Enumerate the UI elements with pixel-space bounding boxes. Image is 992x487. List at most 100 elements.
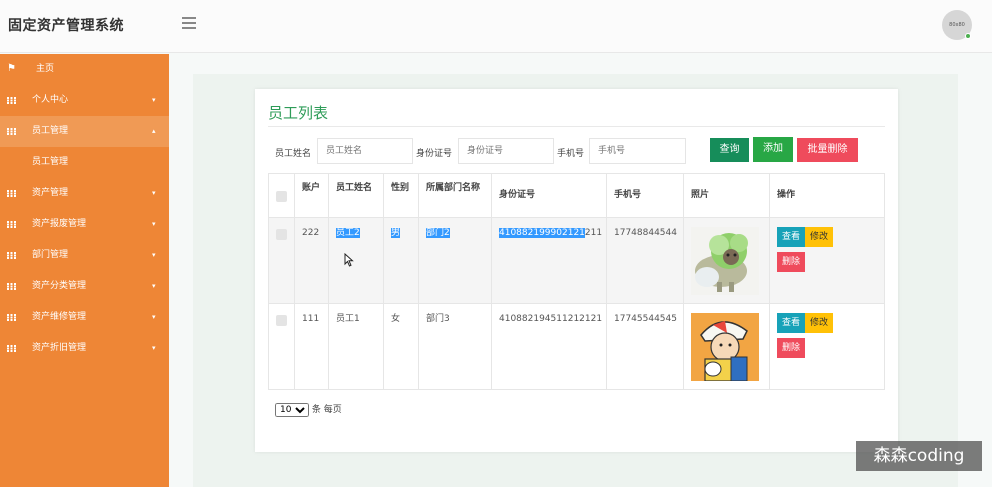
- employee-list-card: 员工列表 员工姓名 身份证号 手机号 查询 添加 批量删除 账户 员工姓名 性别…: [255, 89, 898, 452]
- page-title: 员工列表: [268, 104, 329, 122]
- select-all-checkbox[interactable]: [276, 191, 287, 202]
- gender-cell: 女: [383, 303, 419, 390]
- sidebar-item-label: 资产维修管理: [32, 312, 87, 322]
- name-filter-input[interactable]: [317, 138, 413, 164]
- gender-cell: 男: [383, 217, 419, 304]
- sidebar-item-departments[interactable]: 部门管理 ▾: [0, 240, 169, 271]
- chevron-up-icon: ▴: [152, 127, 156, 135]
- row-select-cell: [268, 303, 295, 390]
- menu-toggle-icon[interactable]: [182, 17, 196, 29]
- app-title: 固定资产管理系统: [8, 18, 124, 34]
- sidebar-item-depreciation[interactable]: 资产折旧管理 ▾: [0, 333, 169, 364]
- chevron-down-icon: ▾: [152, 313, 156, 321]
- table-row: 222 员工2 男 部门2 410882199902121211 1774884…: [268, 217, 885, 304]
- page-size-select[interactable]: 10: [275, 403, 309, 417]
- id-cell: 410882199902121211: [491, 217, 607, 304]
- column-header: 照片: [683, 173, 770, 218]
- dept-cell: 部门3: [418, 303, 492, 390]
- phone-filter-label: 手机号: [557, 149, 585, 159]
- row-checkbox[interactable]: [276, 229, 287, 240]
- chevron-down-icon: ▾: [152, 344, 156, 352]
- sidebar-item-label: 员工管理: [32, 126, 69, 136]
- column-header[interactable]: 所属部门名称: [418, 173, 492, 218]
- id-filter-label: 身份证号: [416, 149, 453, 159]
- grid-icon: [7, 252, 16, 259]
- name-text: 员工2: [336, 228, 360, 238]
- grid-icon: [7, 190, 16, 197]
- page-size-control: 10 条 每页: [275, 402, 342, 417]
- page-size-suffix: 条 每页: [311, 405, 342, 415]
- edit-button[interactable]: 修改: [805, 313, 834, 333]
- sidebar-item-label: 个人中心: [32, 95, 69, 105]
- grid-icon: [7, 314, 16, 321]
- search-button[interactable]: 查询: [710, 138, 749, 162]
- account-cell: 111: [294, 303, 329, 390]
- name-cell: 员工1: [328, 303, 384, 390]
- sidebar-item-categories[interactable]: 资产分类管理 ▾: [0, 271, 169, 302]
- batch-delete-button[interactable]: 批量删除: [797, 138, 858, 162]
- dept-text: 部门2: [426, 228, 450, 238]
- column-header[interactable]: 身份证号: [491, 173, 607, 218]
- online-status-dot: [965, 33, 971, 39]
- chevron-down-icon: ▾: [152, 189, 156, 197]
- title-divider: [268, 126, 885, 127]
- delete-button[interactable]: 删除: [777, 338, 806, 358]
- phone-filter-input[interactable]: [589, 138, 686, 164]
- actions-cell: 查看 修改 删除: [769, 217, 885, 304]
- id-cell: 410882194511212121: [491, 303, 607, 390]
- chevron-down-icon: ▾: [152, 282, 156, 290]
- add-button[interactable]: 添加: [753, 137, 793, 162]
- row-checkbox[interactable]: [276, 315, 287, 326]
- watermark: 森森coding: [856, 441, 982, 471]
- phone-cell: 17748844544: [606, 217, 684, 304]
- view-button[interactable]: 查看: [777, 313, 806, 333]
- table-header-row: 账户 员工姓名 性别 所属部门名称 身份证号 手机号 照片 操作: [268, 173, 885, 218]
- sidebar-item-label: 主页: [36, 64, 55, 74]
- sidebar-item-home[interactable]: ⚑ 主页: [0, 54, 169, 85]
- sidebar-item-label: 资产报废管理: [32, 219, 87, 229]
- sidebar-item-repairs[interactable]: 资产维修管理 ▾: [0, 302, 169, 333]
- row-select-cell: [268, 217, 295, 304]
- account-cell: 222: [294, 217, 329, 304]
- employee-table: 账户 员工姓名 性别 所属部门名称 身份证号 手机号 照片 操作 222 员工2…: [268, 173, 885, 390]
- delete-button[interactable]: 删除: [777, 252, 806, 272]
- edit-button[interactable]: 修改: [805, 227, 834, 247]
- flag-icon: ⚑: [7, 63, 16, 74]
- dept-cell: 部门2: [418, 217, 492, 304]
- id-rest-text: 211: [584, 228, 603, 238]
- sidebar-item-employees[interactable]: 员工管理 ▴: [0, 116, 169, 147]
- column-header: 操作: [769, 173, 885, 218]
- photo-cell: [683, 217, 770, 304]
- sidebar-item-scrap[interactable]: 资产报废管理 ▾: [0, 209, 169, 240]
- sidebar-item-label: 部门管理: [32, 250, 69, 260]
- chevron-down-icon: ▾: [152, 251, 156, 259]
- sidebar-item-label: 资产折旧管理: [32, 343, 87, 353]
- column-header[interactable]: 手机号: [606, 173, 684, 218]
- sidebar: ⚑ 主页 个人中心 ▾ 员工管理 ▴ 员工管理 资产管理 ▾ 资产报废管理 ▾ …: [0, 54, 169, 487]
- id-filter-input[interactable]: [458, 138, 554, 164]
- mouse-cursor-icon: [344, 253, 354, 267]
- sidebar-item-assets[interactable]: 资产管理 ▾: [0, 178, 169, 209]
- grid-icon: [7, 345, 16, 352]
- chevron-down-icon: ▾: [152, 96, 156, 104]
- name-filter-label: 员工姓名: [275, 149, 312, 159]
- column-header[interactable]: 员工姓名: [328, 173, 384, 218]
- grid-icon: [7, 283, 16, 290]
- employee-photo-cabbage-dog[interactable]: [691, 227, 759, 295]
- id-selected-text: 410882199902121: [499, 228, 585, 238]
- select-all-cell: [268, 173, 295, 218]
- employee-photo-cartoon-boy[interactable]: [691, 313, 759, 381]
- column-header[interactable]: 账户: [294, 173, 329, 218]
- sidebar-item-personal[interactable]: 个人中心 ▾: [0, 85, 169, 116]
- photo-cell: [683, 303, 770, 390]
- view-button[interactable]: 查看: [777, 227, 806, 247]
- grid-icon: [7, 221, 16, 228]
- actions-cell: 查看 修改 删除: [769, 303, 885, 390]
- column-header[interactable]: 性别: [383, 173, 419, 218]
- sidebar-subitem-employees[interactable]: 员工管理: [0, 147, 169, 178]
- phone-cell: 17745544545: [606, 303, 684, 390]
- sidebar-item-label: 资产管理: [32, 188, 69, 198]
- grid-icon: [7, 128, 16, 135]
- gender-text: 男: [391, 228, 401, 238]
- sidebar-item-label: 资产分类管理: [32, 281, 87, 291]
